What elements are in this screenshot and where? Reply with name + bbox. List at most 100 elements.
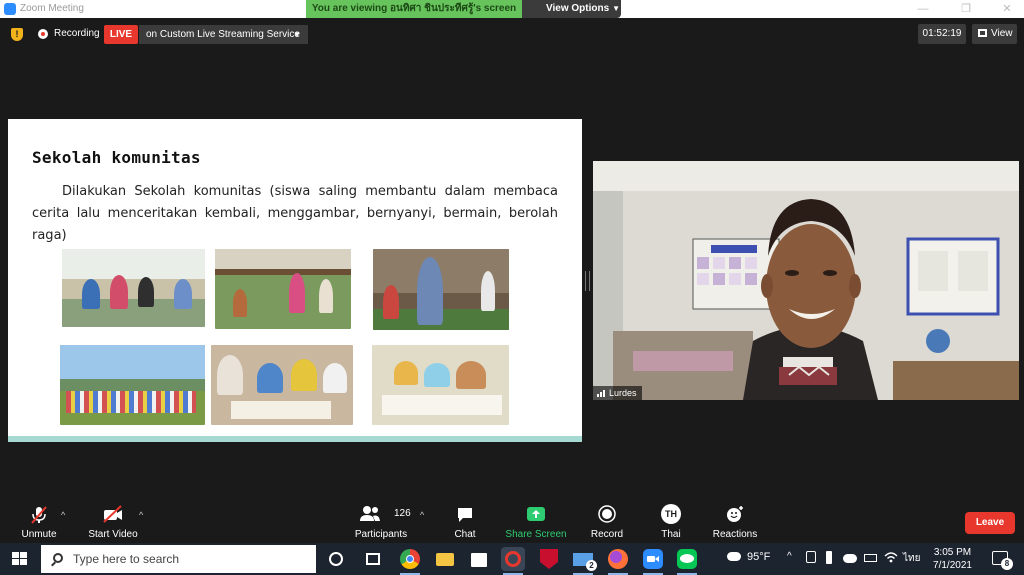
slide-bottom-stripe [8, 436, 582, 442]
cloud-icon [727, 552, 741, 561]
minimize-button[interactable]: — [908, 1, 938, 17]
video-options-chevron-icon[interactable]: ^ [139, 510, 143, 520]
participants-label: Participants [354, 529, 408, 540]
line-app-icon[interactable] [675, 547, 699, 575]
battery-icon[interactable] [864, 554, 877, 562]
clock-time: 3:05 PM [933, 547, 972, 558]
participant-name-tag: Lurdes [593, 386, 642, 400]
participants-icon [360, 506, 380, 521]
shared-screen-slide: Sekolah komunitas Dilakukan Sekolah komu… [8, 119, 582, 442]
resize-splitter[interactable] [585, 271, 590, 291]
reactions-button[interactable]: Reactions [710, 497, 760, 543]
reactions-label: Reactions [712, 529, 758, 540]
participants-count: 126 [394, 508, 411, 519]
start-video-label: Start Video [88, 529, 138, 540]
title-bar: Zoom Meeting You are viewing อนทิศา ชินป… [0, 0, 1024, 18]
maximize-button[interactable]: ❐ [951, 1, 981, 17]
taskbar-clock[interactable]: 3:05 PM 7/1/2021 [925, 546, 980, 572]
chat-bubble-icon [458, 508, 472, 522]
children-outdoor-class-photo [215, 249, 351, 329]
windows-start-icon[interactable] [12, 552, 28, 566]
search-icon [53, 553, 63, 563]
unmute-button[interactable]: Unmute [14, 497, 64, 543]
kids-reading-floor-photo [211, 345, 353, 425]
chrome-icon[interactable] [398, 547, 422, 575]
audio-options-chevron-icon[interactable]: ^ [61, 510, 65, 520]
connection-signal-icon [597, 387, 606, 400]
slide-body: Dilakukan Sekolah komunitas (siswa salin… [32, 184, 558, 243]
meeting-timer: 01:52:19 [918, 24, 966, 44]
group-field-photo [60, 345, 205, 425]
language-initials-icon: TH [661, 504, 681, 524]
recording-label: Recording [54, 28, 100, 39]
record-label: Record [590, 529, 624, 540]
record-icon [598, 505, 616, 523]
notification-count: 8 [1001, 558, 1013, 570]
device-icon[interactable] [806, 551, 816, 563]
share-screen-icon [527, 507, 545, 521]
chat-label: Chat [454, 529, 476, 540]
children-reading-photo [62, 249, 205, 327]
notification-center-icon[interactable]: 8 [992, 551, 1013, 570]
unmute-label: Unmute [21, 529, 57, 540]
task-view-icon[interactable] [361, 547, 385, 571]
record-button[interactable]: Record [585, 497, 629, 543]
security-shield-icon[interactable]: ! [11, 28, 23, 41]
participants-button[interactable]: 126 Participants [352, 497, 411, 543]
taskbar-search-input[interactable]: Type here to search [41, 545, 316, 573]
window-title: Zoom Meeting [20, 3, 84, 14]
live-badge: LIVE [104, 25, 138, 44]
chevron-down-icon: ▼ [612, 4, 621, 13]
participant-video-tile[interactable]: Lurdes [593, 161, 1019, 400]
meeting-info-bar: ! Recording LIVE on Custom Live Streamin… [0, 18, 1024, 50]
participant-video-frame [593, 161, 1019, 400]
live-stream-dropdown[interactable]: on Custom Live Streaming Service ▼ [139, 25, 308, 44]
close-button[interactable]: ✕ [992, 1, 1022, 17]
firefox-icon[interactable] [606, 547, 630, 575]
onedrive-cloud-icon[interactable] [843, 554, 857, 563]
language-interpretation-button[interactable]: TH Thai [651, 497, 691, 543]
boy-singing-photo [373, 249, 509, 330]
view-button[interactable]: View [972, 24, 1017, 44]
chat-button[interactable]: Chat [445, 497, 485, 543]
kids-drawing-floor-photo [372, 345, 509, 425]
smiley-plus-icon [727, 506, 743, 522]
screen-recorder-icon[interactable] [501, 547, 525, 575]
file-explorer-icon[interactable] [433, 547, 457, 571]
participant-name: Lurdes [609, 388, 637, 398]
usb-icon[interactable] [826, 551, 832, 564]
mail-badge: 2 [586, 560, 597, 571]
cortana-icon[interactable] [324, 547, 348, 571]
zoom-app-icon [4, 3, 16, 15]
view-options-label: View Options [546, 3, 610, 14]
mail-icon[interactable]: 2 [571, 547, 597, 575]
meeting-toolbar: Unmute ^ Start Video ^ 126 Participants … [0, 497, 1024, 543]
muted-microphone-icon [31, 506, 47, 524]
slide-title: Sekolah komunitas [32, 148, 201, 167]
live-stream-label: on Custom Live Streaming Service [146, 29, 300, 40]
view-options-button[interactable]: View Options ▼ [522, 0, 621, 18]
show-hidden-icons-chevron-icon[interactable]: ^ [787, 551, 792, 562]
leave-button[interactable]: Leave [965, 512, 1015, 534]
viewing-banner: You are viewing อนทิศา ชินประทีศรู้'s sc… [306, 0, 522, 18]
weather-temperature: 95°F [747, 551, 771, 563]
store-icon[interactable] [467, 547, 491, 571]
share-screen-button[interactable]: Share Screen [503, 497, 569, 543]
zoom-window: Zoom Meeting You are viewing อนทิศา ชินป… [0, 0, 1024, 575]
windows-taskbar: Type here to search 2 95°F ^ ไทย 3:05 PM… [0, 543, 1024, 575]
zoom-taskbar-icon[interactable] [641, 547, 665, 575]
weather-widget[interactable]: 95°F [727, 551, 770, 563]
view-label: View [991, 28, 1013, 39]
input-language-indicator[interactable]: ไทย [903, 551, 920, 566]
wifi-icon[interactable] [884, 551, 898, 566]
chevron-down-icon: ▼ [293, 30, 301, 39]
taskbar-search-placeholder: Type here to search [73, 552, 180, 566]
participants-options-chevron-icon[interactable]: ^ [420, 510, 424, 520]
share-screen-label: Share Screen [505, 529, 567, 540]
clock-date: 7/1/2021 [933, 560, 972, 571]
language-label: Thai [661, 529, 681, 540]
mcafee-icon[interactable] [537, 547, 561, 571]
grid-view-icon [978, 29, 987, 37]
recording-icon [38, 29, 48, 39]
start-video-button[interactable]: Start Video [84, 497, 142, 543]
